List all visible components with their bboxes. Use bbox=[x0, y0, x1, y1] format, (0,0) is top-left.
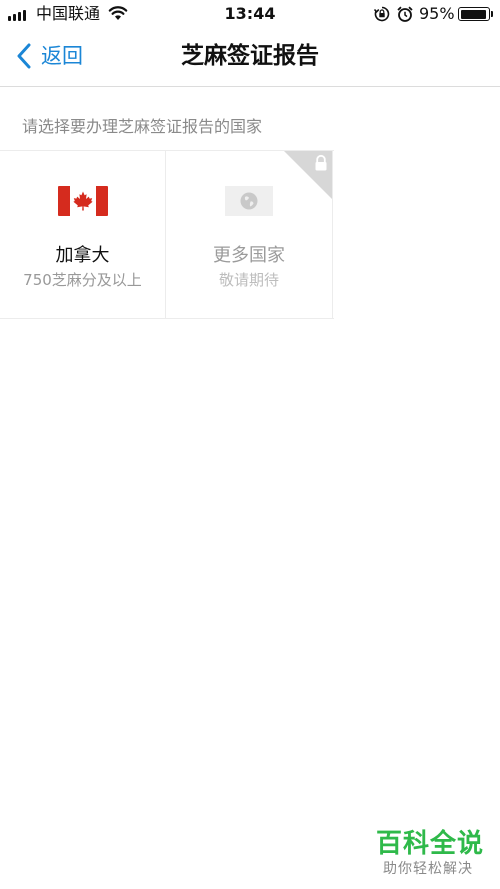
country-requirement: 750芝麻分及以上 bbox=[23, 271, 142, 289]
country-card-canada[interactable]: 加拿大 750芝麻分及以上 bbox=[0, 151, 166, 318]
watermark-title: 百科全说 bbox=[376, 829, 485, 859]
battery-tip bbox=[491, 11, 493, 17]
lock-icon bbox=[313, 154, 329, 172]
country-name: 加拿大 bbox=[55, 245, 110, 266]
alarm-icon bbox=[396, 5, 414, 27]
navigation-bar: 返回 芝麻签证报告 bbox=[0, 28, 500, 87]
battery-percent: 95% bbox=[419, 4, 455, 23]
globe-icon bbox=[225, 186, 273, 216]
battery-icon bbox=[458, 7, 490, 21]
status-bar: 中国联通 13:44 95% bbox=[0, 0, 500, 28]
country-name: 更多国家 bbox=[213, 245, 285, 266]
canada-flag-icon bbox=[58, 186, 108, 216]
section-prompt: 请选择要办理芝麻签证报告的国家 bbox=[22, 117, 263, 136]
country-status: 敬请期待 bbox=[218, 271, 279, 289]
country-card-more: 更多国家 敬请期待 bbox=[166, 151, 333, 318]
watermark-subtitle: 助你轻松解决 bbox=[383, 861, 473, 877]
rotation-lock-icon bbox=[373, 5, 391, 27]
country-grid: 加拿大 750芝麻分及以上 更多国家 敬请期待 bbox=[0, 150, 334, 319]
page-title: 芝麻签证报告 bbox=[181, 43, 319, 69]
